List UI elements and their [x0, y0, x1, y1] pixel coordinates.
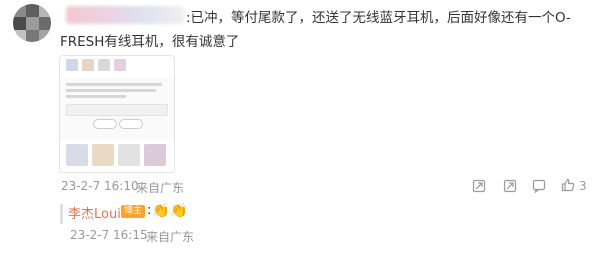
reply-author-link[interactable]: 李杰Louis	[68, 203, 128, 222]
clap-emoji: 👏	[170, 203, 188, 219]
comment-image[interactable]	[59, 55, 175, 173]
comment-text: :已冲，等付尾款了，还送了无线蓝牙耳机，后面好像还有一个O-FRESH有线耳机，…	[60, 10, 571, 50]
forward-icon[interactable]	[503, 179, 517, 193]
comment-date: 23-2-7 16:10	[61, 179, 139, 193]
like-count: 3	[579, 179, 587, 193]
comment-icon[interactable]	[532, 179, 546, 193]
reply-thread-line	[60, 204, 63, 224]
comment-location: 来自广东	[136, 181, 185, 195]
thumbs-up-icon[interactable]	[561, 178, 575, 192]
share-icon[interactable]	[472, 179, 486, 193]
commenter-avatar[interactable]	[13, 4, 51, 42]
clap-emoji: 👏	[152, 203, 170, 219]
reply-text: :	[147, 203, 152, 218]
blogger-badge: 博主	[121, 205, 146, 218]
reply-location: 来自广东	[146, 230, 195, 244]
reply-date: 23-2-7 16:15	[70, 228, 148, 242]
